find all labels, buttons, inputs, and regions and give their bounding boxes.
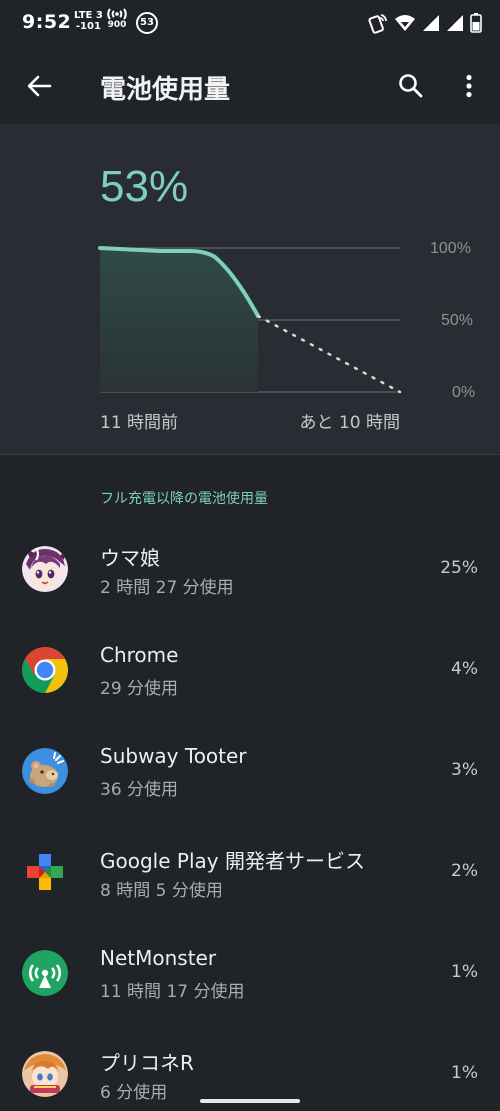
list-item[interactable]: Google Play 開発者サービス 8 時間 5 分使用 2% [0, 821, 500, 922]
section-header: フル充電以降の電池使用量 [100, 491, 268, 507]
netmonster-icon [22, 950, 68, 996]
broadcast-icon [107, 8, 127, 20]
cell-signal-2-icon [447, 15, 463, 31]
app-usage-percent: 1% [451, 1063, 478, 1083]
axis-label-0: 0% [452, 384, 476, 401]
status-bar: 9:52 LTE 3 -101 900 53 [0, 0, 500, 48]
app-name: Subway Tooter [100, 744, 247, 768]
search-icon [399, 74, 423, 98]
app-usage-time: 6 分使用 [100, 1083, 168, 1103]
app-usage-percent: 4% [451, 659, 478, 679]
list-item[interactable]: ウマ娘 2 時間 27 分使用 25% [0, 518, 500, 619]
app-usage-time: 2 時間 27 分使用 [100, 578, 234, 598]
list-item[interactable]: Subway Tooter 36 分使用 3% [0, 720, 500, 821]
list-item[interactable]: Chrome 29 分使用 4% [0, 619, 500, 720]
navigation-handle[interactable] [200, 1099, 300, 1103]
battery-prediction-line [256, 314, 402, 394]
axis-label-100: 100% [430, 240, 471, 257]
app-name: Chrome [100, 643, 179, 667]
cell-signal-icon [423, 15, 439, 31]
app-bar: 電池使用量 [0, 48, 500, 124]
battery-percent: 53% [100, 162, 189, 211]
time-end-label: あと 10 時間 [299, 413, 400, 433]
battery-area [100, 248, 258, 392]
notification-badge: 53 [136, 12, 158, 34]
status-time: 9:52 [22, 11, 72, 33]
priconne-icon [22, 1051, 68, 1097]
divider [0, 454, 500, 455]
signal-frequency-label: 900 [107, 20, 127, 30]
list-item[interactable]: プリコネR 6 分使用 1% [0, 1023, 500, 1111]
app-usage-percent: 2% [451, 861, 478, 881]
status-icons [368, 11, 482, 35]
app-usage-time: 36 分使用 [100, 780, 179, 800]
battery-icon [470, 13, 482, 33]
app-name: NetMonster [100, 946, 217, 970]
chrome-icon [22, 647, 68, 693]
lte-indicator: LTE 3 -101 [74, 10, 103, 32]
app-usage-percent: 1% [451, 962, 478, 982]
umamusume-icon [22, 546, 68, 592]
wifi-icon [395, 15, 415, 31]
lte-signal-value: -101 [75, 21, 101, 32]
app-usage-time: 11 時間 17 分使用 [100, 982, 245, 1002]
battery-history-chart [98, 246, 402, 394]
time-start-label: 11 時間前 [100, 413, 179, 433]
list-item[interactable]: NetMonster 11 時間 17 分使用 1% [0, 922, 500, 1023]
subway-tooter-icon [22, 748, 68, 794]
battery-graph-card: 53% 100% 50% 0% 11 時間前 あと 10 時間 [0, 124, 500, 454]
app-usage-time: 29 分使用 [100, 679, 179, 699]
more-vert-icon [466, 74, 472, 98]
app-usage-percent: 3% [451, 760, 478, 780]
google-play-services-icon [22, 849, 68, 895]
page-title: 電池使用量 [100, 75, 231, 105]
app-name: Google Play 開発者サービス [100, 849, 365, 873]
app-name: プリコネR [100, 1051, 194, 1075]
back-button[interactable] [20, 67, 58, 105]
search-button[interactable] [392, 67, 430, 105]
axis-label-50: 50% [441, 312, 474, 329]
more-options-button[interactable] [450, 67, 488, 105]
lte-label: LTE 3 [74, 10, 103, 21]
app-usage-percent: 25% [440, 558, 478, 578]
app-name: ウマ娘 [100, 546, 160, 570]
app-usage-time: 8 時間 5 分使用 [100, 881, 223, 901]
arrow-back-icon [27, 75, 52, 97]
nfc-icon [368, 14, 387, 34]
app-usage-list: ウマ娘 2 時間 27 分使用 25% Chrome 29 分使用 4% Sub… [0, 518, 500, 1111]
signal-frequency-indicator: 900 [105, 8, 129, 30]
